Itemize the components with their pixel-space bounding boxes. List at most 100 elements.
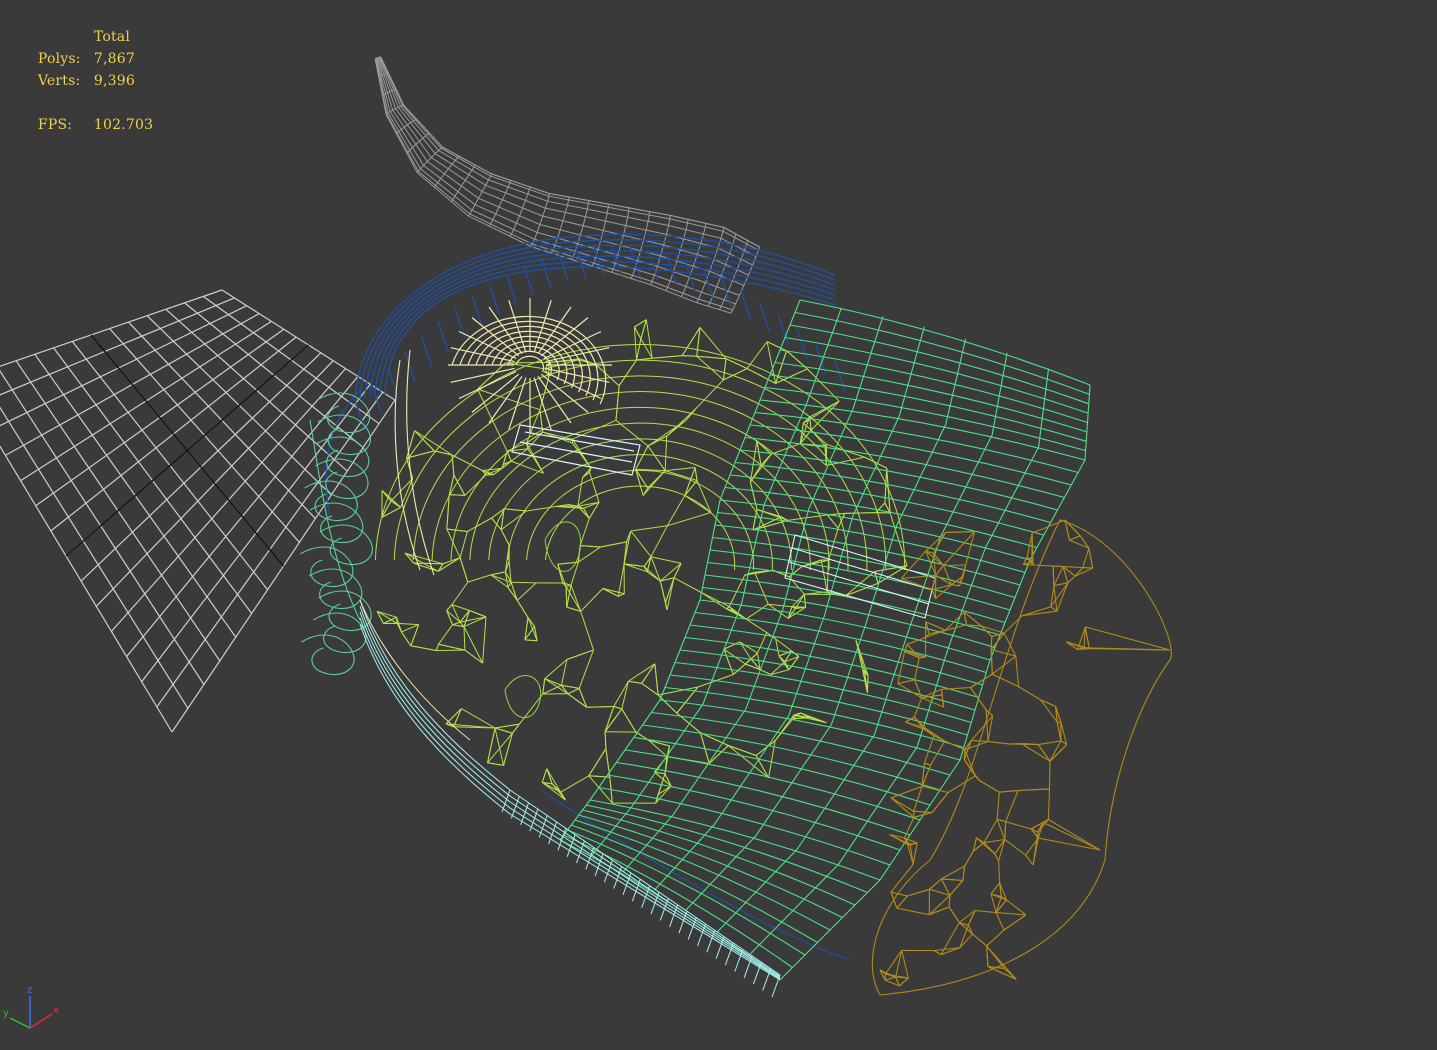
verts-value: 9,396 [93,73,135,89]
body-edge [664,745,671,774]
body-edge [542,684,562,695]
body-edge [665,467,696,472]
body-edge [580,588,604,612]
neck-guard-edge [1082,547,1090,568]
3d-viewport[interactable]: Total Polys: 7,867 Verts: 9,396 FPS: 102.70… [0,0,1437,1050]
body-edge [453,708,462,727]
lower-rim-wireframe[interactable] [359,599,781,998]
neck-guard-edge [964,850,974,867]
body-edge [820,559,828,592]
neck-guard-edge [1052,566,1055,586]
body-edge [516,582,537,601]
body-edge [404,552,444,565]
body-edge [586,706,614,708]
body-edge [760,453,772,466]
body-edge [630,525,668,532]
body-edge [725,358,748,370]
neck-guard-edge [1067,575,1076,584]
spiral-spoke [458,330,517,360]
neck-guard-edge [890,891,908,897]
body-edge [628,680,642,684]
body-edge [604,708,623,732]
body-edge [636,338,642,361]
neck-guard-edge [991,648,1016,657]
helmet-band-wireframe[interactable] [559,299,1091,981]
body-edge [494,727,504,766]
neck-guard-edge [979,780,1000,793]
neck-guard-edge [986,945,989,967]
neck-guard-edge [1005,790,1019,822]
blue-arc-rib [834,360,846,391]
left-ornament-curl [308,568,363,610]
body-edge [654,663,659,696]
body-edge [664,773,672,787]
neck-guard-edge [1004,821,1007,840]
body-edge [621,681,629,710]
neck-guard-edge [1074,567,1093,577]
lower-rim-edge [359,599,471,741]
body-edge [647,419,687,447]
body-edge [565,586,568,608]
neck-guard-edge [913,810,933,814]
body-edge [490,574,509,588]
body-edge [700,592,730,608]
neck-guard-edge [896,907,930,916]
neck-guard-edge [1088,547,1094,569]
body-edge [446,528,468,532]
lower-rim-rib [585,847,595,870]
body-edge [641,682,659,696]
body-edge [459,557,469,583]
lower-rim-rib [594,853,604,876]
neck-guard-edge [890,785,923,799]
neck-guard-edge [1018,686,1041,701]
neck-guard-edge [1032,832,1039,865]
band-row [717,511,1026,574]
body-edge [494,727,513,734]
neck-guard-edge [994,853,1000,862]
band-row [709,549,1011,611]
wireframe-scene[interactable] [0,0,1437,1050]
spiral-ornament-wireframe[interactable] [448,298,641,476]
neck-guard-edge [896,895,908,909]
blue-arc-rib [437,321,450,353]
neck-guard-edge [1033,564,1054,567]
neck-guard-edge [897,683,922,699]
neck-guard-edge [1085,626,1171,651]
neck-guard-edge [983,842,996,855]
body-edge [595,364,620,387]
neck-guard-edge [897,679,915,685]
neck-guard-edge [996,912,1026,916]
neck-guard-edge [930,740,946,766]
neck-guard-edge [1022,610,1057,617]
body-contour [545,485,736,571]
fps-row: FPS: 102.703 [10,92,153,133]
lower-rim-rib [715,936,725,959]
neck-guard-edge [890,797,914,812]
body-edge [400,631,412,647]
z-axis-label: z [27,985,32,996]
body-edge [766,341,787,352]
body-edge [826,560,829,592]
neck-guard-outline [871,519,1172,996]
body-edge [490,571,506,576]
body-edge [633,326,637,361]
neck-guard-edge [1084,626,1090,649]
lower-rim-rib [641,885,651,908]
body-edge [507,587,518,601]
grid-line [0,289,223,367]
band-row [704,574,1001,636]
left-ornament-curl [301,634,355,676]
lower-rim-rib [743,955,753,979]
neck-guard-edge [923,735,935,764]
neck-guard-edge [897,651,906,684]
neck-guard-edge [988,740,1010,745]
body-edge [542,678,546,695]
body-edge [524,639,538,642]
band-row [769,374,1087,442]
band-row [707,561,1006,624]
body-contour [374,343,906,571]
neck-guard-edge [998,839,1006,862]
neck-guard-wireframe[interactable] [871,519,1172,996]
body-edge [604,731,607,749]
body-edge [504,508,527,512]
